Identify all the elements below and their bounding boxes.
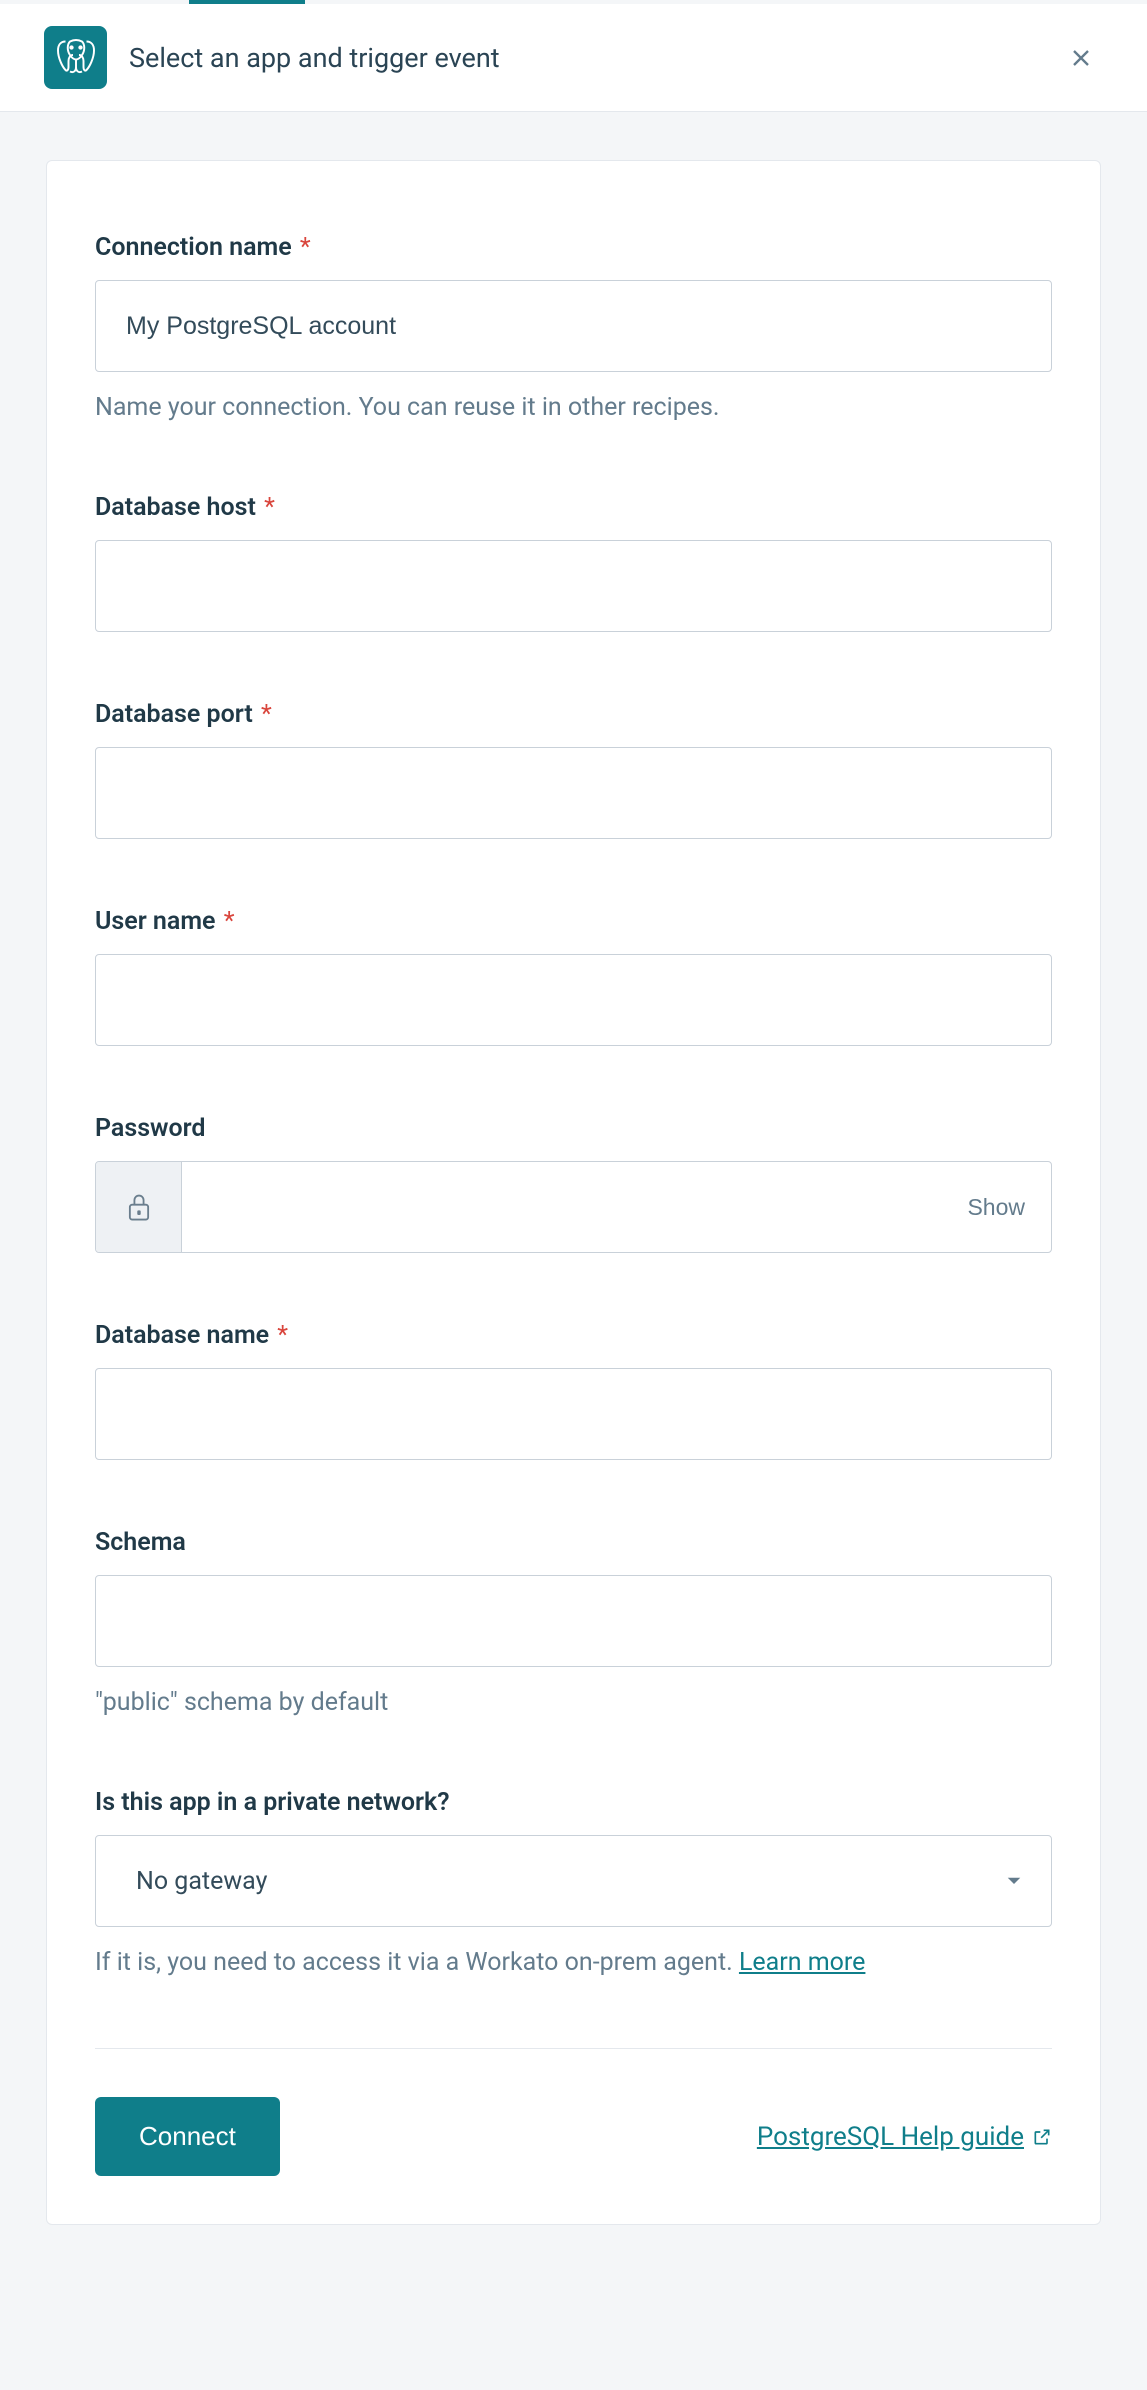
field-private-network: Is this app in a private network? No gat… [95,1788,1052,1980]
private-network-helper: If it is, you need to access it via a Wo… [95,1945,1052,1980]
help-link-text: PostgreSQL Help guide [757,2122,1024,2152]
schema-label: Schema [95,1528,1052,1557]
header-title: Select an app and trigger event [129,42,1037,74]
database-name-label: Database name * [95,1321,1052,1350]
gateway-select-wrap: No gateway [95,1835,1052,1927]
schema-input[interactable] [95,1575,1052,1667]
connection-form-card: Connection name * Name your connection. … [46,160,1101,2225]
field-schema: Schema "public" schema by default [95,1528,1052,1720]
label-text: Database name [95,1321,269,1350]
lock-icon [125,1191,153,1223]
form-footer: Connect PostgreSQL Help guide [95,2097,1052,2176]
footer-divider [95,2048,1052,2049]
field-database-name: Database name * [95,1321,1052,1460]
field-database-port: Database port * [95,700,1052,839]
database-port-input[interactable] [95,747,1052,839]
header-bar: Select an app and trigger event [0,4,1147,112]
progress-indicator [0,0,1147,4]
database-host-input[interactable] [95,540,1052,632]
label-text: Database port [95,700,253,729]
connection-name-helper: Name your connection. You can reuse it i… [95,390,1052,425]
external-link-icon [1032,2127,1052,2147]
gateway-select-value: No gateway [136,1867,267,1896]
page-body: Connection name * Name your connection. … [0,112,1147,2285]
gateway-select[interactable]: No gateway [95,1835,1052,1927]
required-marker: * [218,907,235,936]
close-button[interactable] [1059,36,1103,80]
help-guide-link[interactable]: PostgreSQL Help guide [757,2122,1052,2152]
database-port-label: Database port * [95,700,1052,729]
close-icon [1067,44,1095,72]
required-marker: * [271,1321,288,1350]
schema-helper: "public" schema by default [95,1685,1052,1720]
password-input-wrap: Show [95,1161,1052,1253]
field-password: Password Show [95,1114,1052,1253]
lock-icon-box [96,1162,182,1252]
field-database-host: Database host * [95,493,1052,632]
field-connection-name: Connection name * Name your connection. … [95,233,1052,425]
password-label: Password [95,1114,1052,1143]
helper-text-part: If it is, you need to access it via a Wo… [95,1948,739,1977]
connection-name-input[interactable] [95,280,1052,372]
private-network-label: Is this app in a private network? [95,1788,1052,1817]
required-marker: * [255,700,272,729]
postgresql-app-icon [44,26,107,89]
connection-name-label: Connection name * [95,233,1052,262]
database-host-label: Database host * [95,493,1052,522]
show-password-button[interactable]: Show [941,1162,1051,1252]
required-marker: * [258,493,275,522]
user-name-label: User name * [95,907,1052,936]
postgresql-elephant-icon [56,37,96,79]
learn-more-link[interactable]: Learn more [739,1948,865,1977]
label-text: User name [95,907,216,936]
connect-button[interactable]: Connect [95,2097,280,2176]
field-user-name: User name * [95,907,1052,1046]
label-text: Connection name [95,233,292,262]
database-name-input[interactable] [95,1368,1052,1460]
label-text: Database host [95,493,256,522]
required-marker: * [294,233,311,262]
password-input[interactable] [182,1162,941,1252]
user-name-input[interactable] [95,954,1052,1046]
